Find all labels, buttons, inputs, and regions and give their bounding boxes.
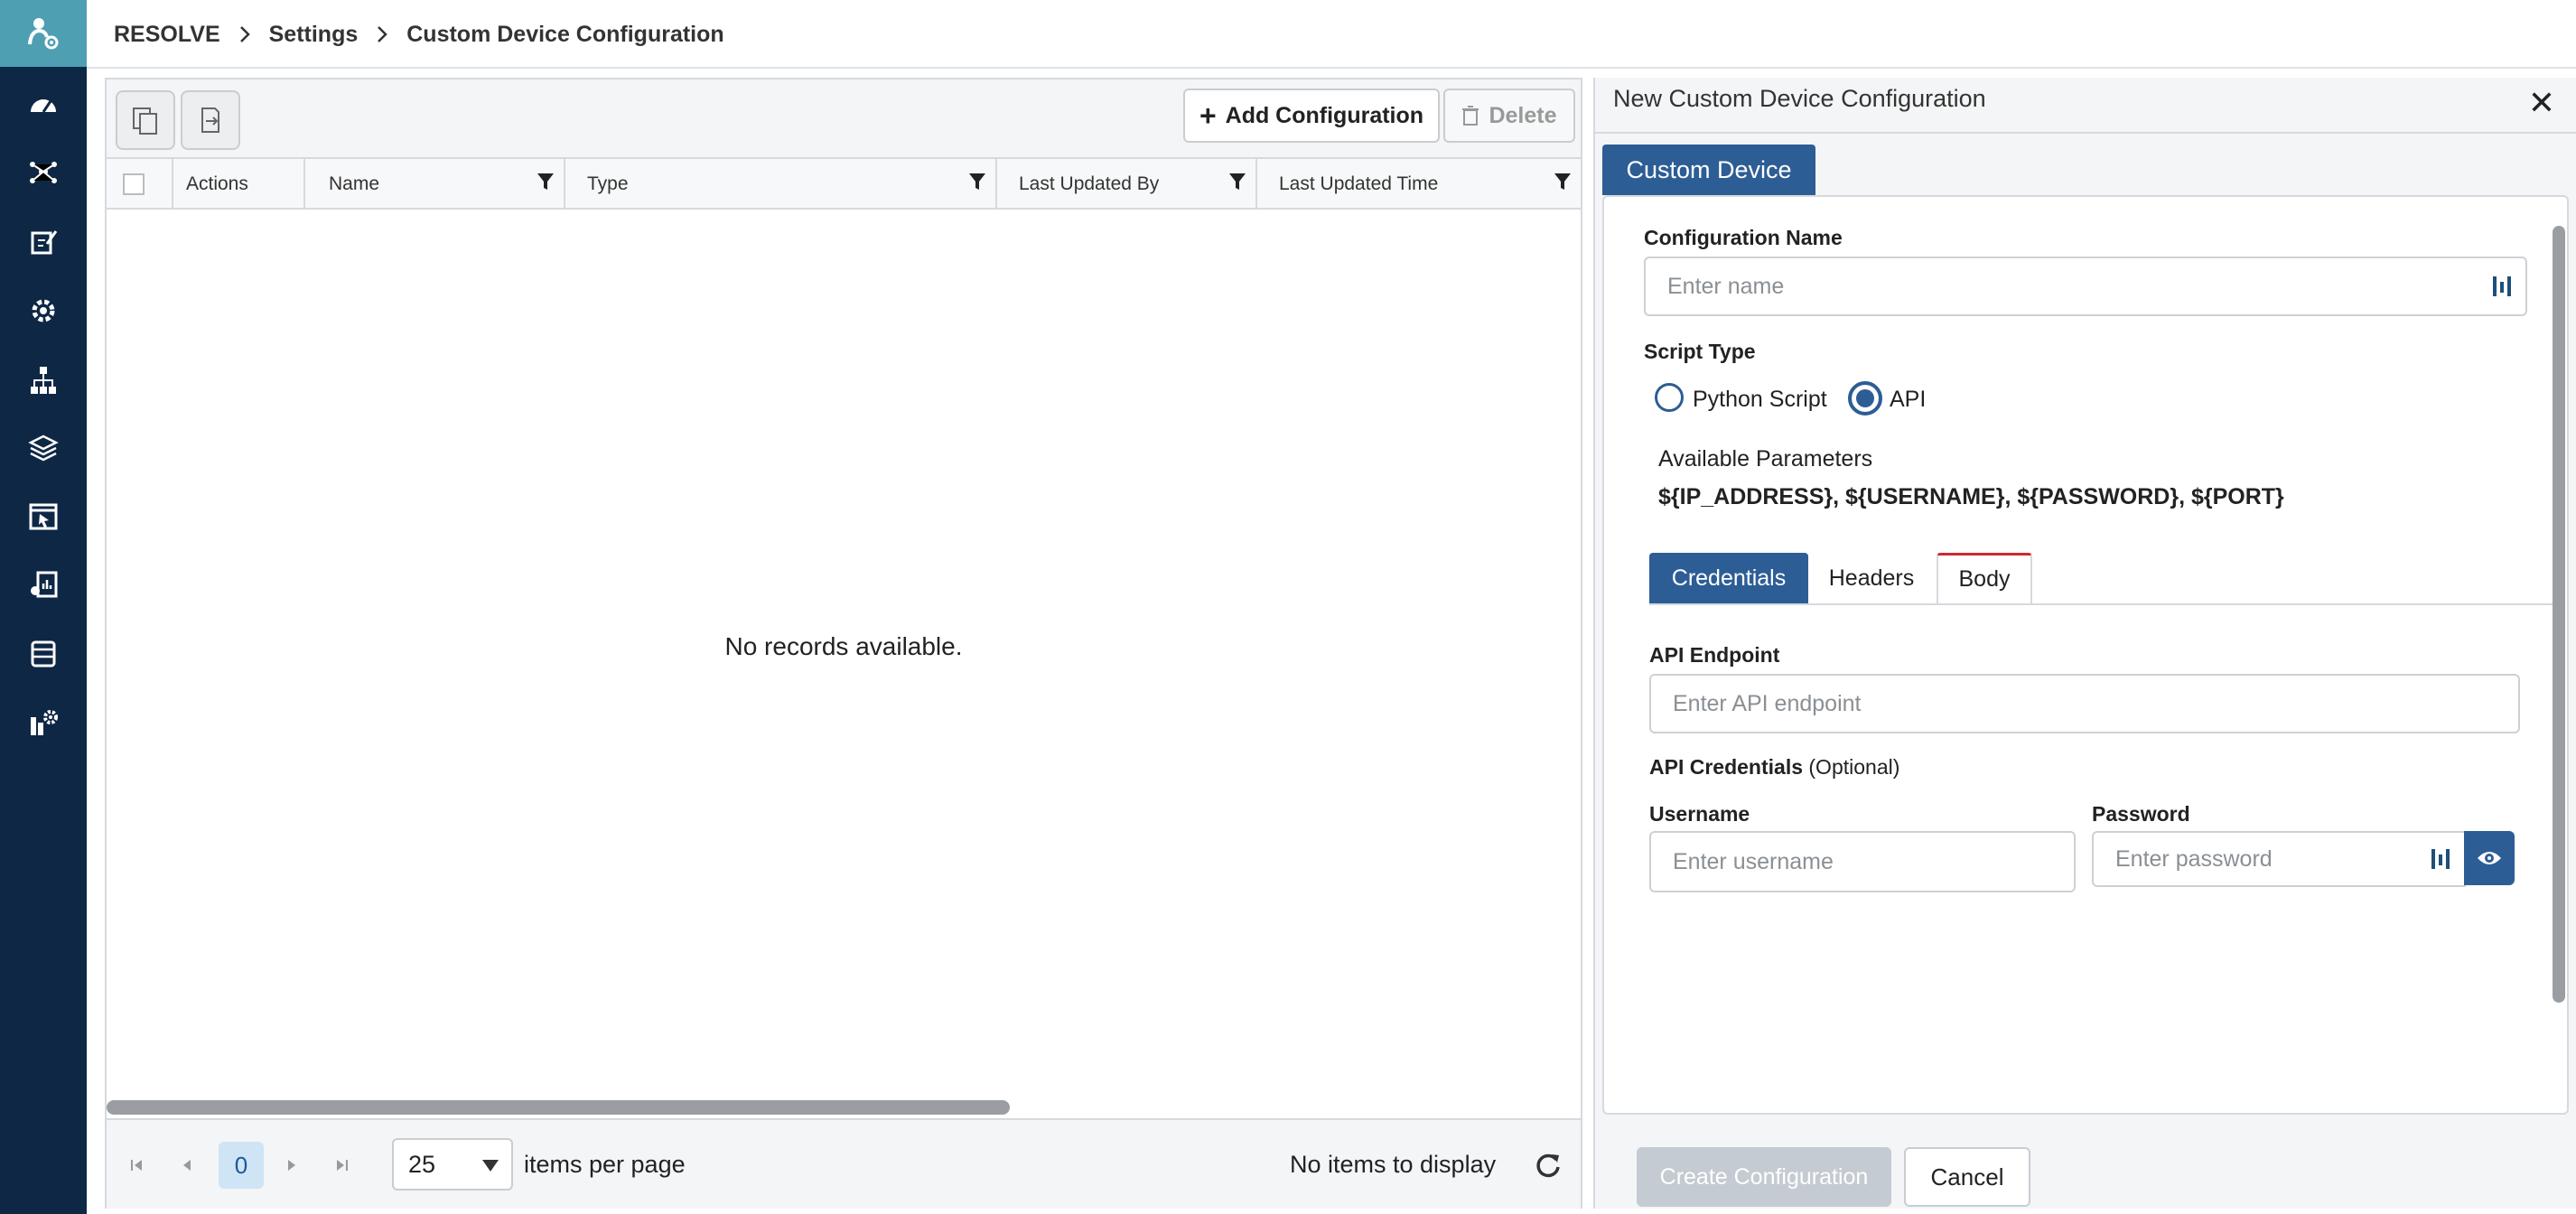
page-size-select[interactable]: 25 — [392, 1138, 513, 1191]
select-all-checkbox[interactable] — [123, 173, 145, 195]
chevron-down-icon — [482, 1160, 499, 1172]
current-page[interactable]: 0 — [219, 1142, 264, 1189]
edit-document-icon[interactable] — [0, 213, 87, 271]
breadcrumb-root[interactable]: RESOLVE — [114, 22, 220, 48]
api-endpoint-input[interactable]: Enter API endpoint — [1649, 674, 2520, 733]
filter-icon[interactable] — [968, 172, 986, 191]
cancel-button[interactable]: Cancel — [1904, 1147, 2030, 1207]
chevron-right-icon — [239, 26, 250, 42]
select-all-checkbox-cell — [107, 159, 173, 210]
subtab-divider — [1649, 603, 2553, 605]
create-configuration-button[interactable]: Create Configuration — [1637, 1147, 1891, 1207]
column-name[interactable]: Name — [305, 159, 565, 210]
breadcrumb-settings[interactable]: Settings — [269, 22, 359, 48]
network-topology-icon[interactable] — [0, 350, 87, 408]
column-last-updated-by[interactable]: Last Updated By — [997, 159, 1257, 210]
optional-label: (Optional) — [1808, 755, 1900, 779]
close-icon[interactable]: ✕ — [2525, 87, 2558, 123]
copy-icon — [133, 107, 157, 135]
script-type-label: Script Type — [1644, 340, 1756, 363]
config-name-label: Configuration Name — [1644, 226, 1843, 249]
window-pointer-icon[interactable] — [0, 488, 87, 546]
filter-icon[interactable] — [537, 172, 555, 191]
prev-page-icon — [183, 1160, 191, 1171]
prev-page-button[interactable] — [172, 1142, 204, 1189]
vertical-scrollbar[interactable] — [2553, 226, 2565, 1003]
python-script-label[interactable]: Python Script — [1693, 387, 1827, 413]
layers-icon[interactable] — [0, 419, 87, 477]
tab-custom-device[interactable]: Custom Device — [1602, 145, 1815, 195]
first-page-icon — [131, 1160, 142, 1171]
dashboard-gauge-icon[interactable] — [0, 76, 87, 134]
database-icon[interactable] — [0, 625, 87, 683]
grid-pager: 0 25 items per page No items to display — [107, 1118, 1581, 1209]
last-page-icon — [337, 1160, 348, 1171]
password-label: Password — [2092, 802, 2190, 826]
api-endpoint-label: API Endpoint — [1649, 643, 1780, 667]
show-password-button[interactable] — [2464, 831, 2515, 885]
subtab-headers[interactable]: Headers — [1810, 553, 1933, 603]
api-radio[interactable] — [1848, 381, 1882, 416]
available-params: ${IP_ADDRESS}, ${USERNAME}, ${PASSWORD},… — [1658, 484, 2284, 509]
available-params-label: Available Parameters — [1658, 446, 1873, 472]
panel-title: New Custom Device Configuration — [1613, 85, 1986, 112]
api-credentials-heading: API Credentials (Optional) — [1649, 755, 1899, 780]
copy-button[interactable] — [116, 90, 175, 150]
config-name-input[interactable]: Enter name — [1644, 257, 2527, 316]
export-icon — [201, 107, 219, 133]
export-button[interactable] — [181, 90, 240, 150]
filter-icon[interactable] — [1228, 172, 1246, 191]
subtab-body[interactable]: Body — [1937, 553, 2032, 603]
chevron-right-icon — [378, 26, 388, 42]
parameter-insert-icon[interactable] — [2491, 273, 2513, 300]
next-page-icon — [288, 1160, 295, 1171]
refresh-icon — [1536, 1153, 1560, 1178]
reports-icon[interactable] — [0, 556, 87, 614]
items-per-page-label: items per page — [524, 1151, 686, 1178]
workflow-icon[interactable] — [0, 143, 87, 201]
next-page-button[interactable] — [275, 1142, 307, 1189]
filter-icon[interactable] — [1554, 172, 1572, 191]
refresh-button[interactable] — [1532, 1149, 1564, 1181]
add-configuration-button[interactable]: + Add Configuration — [1183, 89, 1440, 143]
trash-icon — [1462, 106, 1479, 126]
resolve-logo-icon[interactable] — [0, 0, 87, 67]
grid-toolbar: + Add Configuration Delete — [107, 79, 1581, 159]
breadcrumb: RESOLVE Settings Custom Device Configura… — [114, 0, 724, 69]
grid-header: Actions Name Type Last Updated By Last U… — [107, 159, 1581, 210]
plus-icon: + — [1199, 99, 1217, 132]
column-last-updated-time[interactable]: Last Updated Time — [1257, 159, 1581, 210]
column-type[interactable]: Type — [565, 159, 997, 210]
horizontal-scrollbar[interactable] — [107, 1100, 1010, 1115]
subtab-credentials[interactable]: Credentials — [1649, 553, 1808, 603]
api-credentials-label: API Credentials — [1649, 755, 1803, 779]
python-script-radio[interactable] — [1655, 383, 1684, 412]
username-input[interactable]: Enter username — [1649, 831, 2076, 892]
first-page-button[interactable] — [121, 1142, 154, 1189]
eye-icon — [2478, 852, 2501, 864]
settings-icon[interactable] — [0, 694, 87, 752]
api-label[interactable]: API — [1890, 387, 1926, 413]
parameter-insert-icon[interactable] — [2430, 845, 2451, 873]
empty-message: No records available. — [724, 632, 963, 660]
username-label: Username — [1649, 802, 1750, 826]
automation-gear-icon[interactable] — [0, 282, 87, 340]
password-input[interactable]: Enter password — [2092, 831, 2466, 887]
last-page-button[interactable] — [325, 1142, 358, 1189]
breadcrumb-current: Custom Device Configuration — [406, 21, 724, 47]
delete-button[interactable]: Delete — [1443, 89, 1575, 143]
pager-status: No items to display — [1290, 1151, 1497, 1178]
panel-divider — [1593, 132, 2576, 134]
column-actions[interactable]: Actions — [173, 159, 305, 210]
